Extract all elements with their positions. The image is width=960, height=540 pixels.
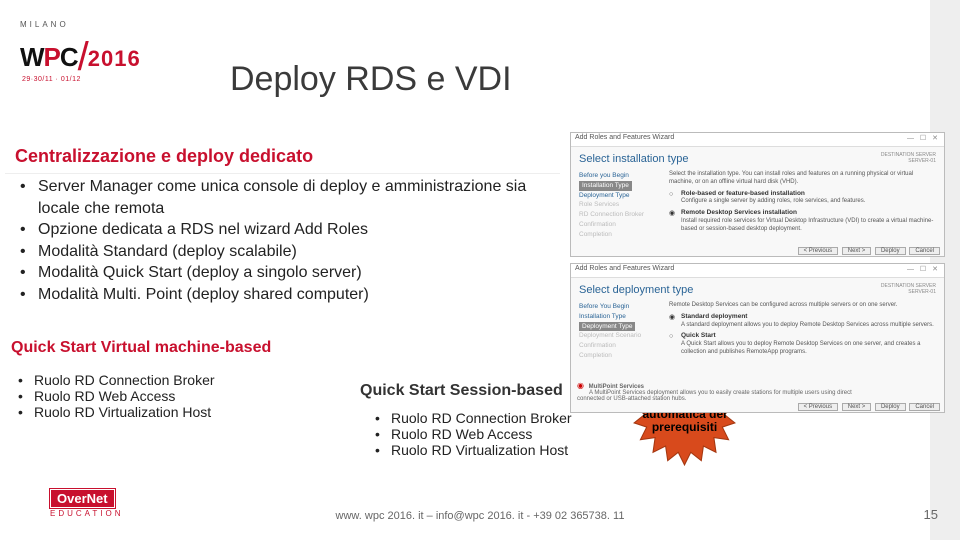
wizard-installation-type: Add Roles and Features Wizard — ☐ ✕ Sele… <box>570 132 945 257</box>
section-heading-3: Quick Start Session-based <box>360 382 590 400</box>
logo-top: MILANO <box>20 20 190 29</box>
dest-value: SERVER-01 <box>908 158 936 164</box>
wizard-step: Role Services <box>579 200 659 210</box>
bullet-item: Server Manager come unica console di dep… <box>20 176 560 219</box>
overnet-logo: OverNet <box>50 489 115 508</box>
wizard-intro: Remote Desktop Services can be configure… <box>669 302 938 310</box>
option-title: Quick Start <box>681 332 716 339</box>
cancel-button: Cancel <box>909 403 940 411</box>
footer-contact: www. wpc 2016. it – info@wpc 2016. it - … <box>0 510 960 522</box>
prev-button: < Previous <box>798 247 839 255</box>
wizard-header-text: Select deployment type <box>579 284 693 296</box>
bullet-item: Modalità Multi. Point (deploy shared com… <box>20 284 560 306</box>
logo-dates: 29·30/11 · 01/12 <box>22 76 190 83</box>
wizard-destination: DESTINATION SERVER SERVER-01 <box>881 284 936 295</box>
deploy-button: Deploy <box>875 403 906 411</box>
bullet-item: Modalità Standard (deploy scalabile) <box>20 241 560 263</box>
wizard-step-active: Installation Type <box>579 181 632 191</box>
radio-option: Role-based or feature-based installation… <box>669 190 938 207</box>
wizard-buttons: < Previous Next > Deploy Cancel <box>796 404 940 410</box>
radio-option: Quick Start A Quick Start allows you to … <box>669 332 938 356</box>
wizard-steps: Before You Begin Installation Type Deplo… <box>571 300 663 363</box>
logo-letter: W <box>20 42 44 72</box>
dest-value: SERVER-01 <box>908 289 936 295</box>
option-body: A standard deployment allows you to depl… <box>681 322 934 328</box>
multipoint-option: ◉ MultiPoint Services A MultiPoint Servi… <box>577 381 877 402</box>
logo-letter: C <box>60 42 78 72</box>
radio-option-selected: Standard deployment A standard deploymen… <box>669 313 938 330</box>
wizard-content: Select the installation type. You can in… <box>663 169 944 241</box>
wizard-content: Remote Desktop Services can be configure… <box>663 300 944 363</box>
radio-option-selected: Remote Desktop Services installation Ins… <box>669 209 938 233</box>
vm-based-list: Ruolo RD Connection Broker Ruolo RD Web … <box>18 372 328 420</box>
option-title: Role-based or feature-based installation <box>681 190 805 197</box>
session-based-list: Ruolo RD Connection Broker Ruolo RD Web … <box>375 410 600 458</box>
list-item: Ruolo RD Virtualization Host <box>18 404 328 420</box>
list-item: Ruolo RD Connection Broker <box>375 410 600 426</box>
wizard-body: Before you Begin Installation Type Deplo… <box>571 169 944 241</box>
wizard-titlebar: Add Roles and Features Wizard — ☐ ✕ <box>571 133 944 147</box>
list-item: Ruolo RD Web Access <box>18 388 328 404</box>
wizard-steps: Before you Begin Installation Type Deplo… <box>571 169 663 241</box>
wizard-step: Deployment Type <box>579 191 659 201</box>
option-body: Install required role services for Virtu… <box>681 218 933 232</box>
wizard-header-text: Select installation type <box>579 153 688 165</box>
radio-icon: ◉ <box>577 381 584 390</box>
wizard-destination: DESTINATION SERVER SERVER-01 <box>881 153 936 164</box>
logo-letter: P <box>44 42 60 72</box>
wizard-step: Confirmation <box>579 220 659 230</box>
wizard-step: Before you Begin <box>579 171 659 181</box>
header: MILANO WPC/2016 29·30/11 · 01/12 Deploy … <box>20 20 940 100</box>
list-item: Ruolo RD Connection Broker <box>18 372 328 388</box>
section-heading-2: Quick Start Virtual machine-based <box>5 335 335 361</box>
option-title: Remote Desktop Services installation <box>681 209 797 216</box>
wizard-step: Installation Type <box>579 312 659 322</box>
option-body: A Quick Start allows you to deploy Remot… <box>681 341 920 355</box>
option-title: Standard deployment <box>681 313 747 320</box>
wizard-step: Confirmation <box>579 341 659 351</box>
wizard-step: Completion <box>579 230 659 240</box>
wizard-buttons: < Previous Next > Deploy Cancel <box>796 248 940 254</box>
prev-button: < Previous <box>798 403 839 411</box>
option-body: Configure a single server by adding role… <box>681 198 865 204</box>
wizard-step: RD Connection Broker <box>579 210 659 220</box>
option-body: A MultiPoint Services deployment allows … <box>577 390 852 402</box>
logo-wpc: WPC/2016 <box>20 31 190 76</box>
bullet-item: Opzione dedicata a RDS nel wizard Add Ro… <box>20 219 560 241</box>
window-controls-icon: — ☐ ✕ <box>907 265 940 273</box>
wizard-deployment-type: Add Roles and Features Wizard — ☐ ✕ Sele… <box>570 263 945 413</box>
main-bullet-list: Server Manager come unica console di dep… <box>20 176 560 306</box>
wizard-title: Add Roles and Features Wizard <box>575 134 674 141</box>
logo-slash: / <box>78 35 88 79</box>
next-button: Next > <box>842 247 872 255</box>
next-button: Next > <box>842 403 872 411</box>
wizard-step: Completion <box>579 351 659 361</box>
wizard-title: Add Roles and Features Wizard <box>575 265 674 272</box>
wizard-header: Select deployment type DESTINATION SERVE… <box>571 278 944 300</box>
list-item: Ruolo RD Virtualization Host <box>375 442 600 458</box>
wizard-screenshots: Add Roles and Features Wizard — ☐ ✕ Sele… <box>570 132 945 419</box>
list-item: Ruolo RD Web Access <box>375 426 600 442</box>
slide-title: Deploy RDS e VDI <box>230 60 512 99</box>
wizard-header: Select installation type DESTINATION SER… <box>571 147 944 169</box>
deploy-button: Deploy <box>875 247 906 255</box>
logo-year: 2016 <box>88 46 141 71</box>
page-number: 15 <box>924 507 938 522</box>
wizard-step-active: Deployment Type <box>579 322 635 332</box>
wizard-body: Before You Begin Installation Type Deplo… <box>571 300 944 363</box>
window-controls-icon: — ☐ ✕ <box>907 134 940 142</box>
cancel-button: Cancel <box>909 247 940 255</box>
wizard-step: Deployment Scenario <box>579 331 659 341</box>
wizard-titlebar: Add Roles and Features Wizard — ☐ ✕ <box>571 264 944 278</box>
event-logo: MILANO WPC/2016 29·30/11 · 01/12 <box>20 20 190 80</box>
section-heading-1: Centralizzazione e deploy dedicato <box>5 140 560 174</box>
wizard-intro: Select the installation type. You can in… <box>669 171 938 187</box>
bullet-item: Modalità Quick Start (deploy a singolo s… <box>20 262 560 284</box>
wizard-step: Before You Begin <box>579 302 659 312</box>
